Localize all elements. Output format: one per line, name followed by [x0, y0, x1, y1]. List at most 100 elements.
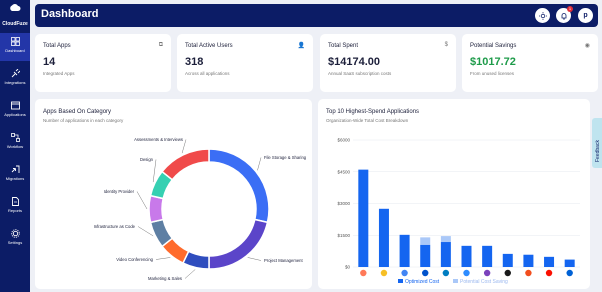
feedback-tab[interactable]: Feedback	[592, 118, 602, 168]
bar-optimized-cost	[502, 253, 513, 267]
stat-value: 318	[185, 56, 204, 68]
donut-slice[interactable]	[161, 148, 210, 181]
workflow-icon	[10, 133, 20, 142]
sidebar-item-integrations[interactable]: Integrations	[0, 65, 30, 93]
app-logo-icon: Figma	[525, 269, 532, 277]
donut-leader-line	[247, 257, 262, 261]
sidebar-item-label: Reports	[7, 208, 22, 213]
stat-label: Total Spent	[328, 43, 359, 49]
sidebar-item-applications[interactable]: Applications	[0, 97, 30, 125]
sidebar-item-reports[interactable]: Reports	[0, 193, 30, 221]
spend-panel: Top 10 Highest-Spend Applications Organi…	[318, 99, 590, 289]
bar-optimized-cost	[461, 245, 472, 267]
legend-label: Optimized Cost	[405, 279, 440, 285]
stat-card-total-spent: Total Spent $ $14174.00 Annual SaaS subscri…	[320, 34, 456, 92]
app-logo-icon: Terraform	[483, 269, 491, 277]
sun-icon	[538, 11, 547, 20]
gear-icon	[10, 229, 20, 238]
bar-optimized-cost	[440, 242, 451, 267]
stat-card-total-apps: Total Apps ⧉ 14 Integrated Apps	[35, 34, 171, 92]
sidebar-item-label: Applications	[4, 112, 26, 117]
stat-label: Total Apps	[43, 43, 71, 49]
document-icon	[11, 197, 19, 206]
stat-subtitle: Annual SaaS subscription costs	[328, 71, 392, 76]
bar-optimized-cost	[378, 208, 389, 267]
donut-leader-line	[137, 226, 154, 237]
legend-swatch	[398, 279, 403, 283]
app-logo-icon: Monday.com	[380, 269, 388, 277]
app-logo-icon: Adobe	[545, 269, 553, 277]
y-tick-label: $4500	[337, 169, 350, 174]
y-tick-label: $0	[345, 265, 351, 270]
bar-optimized-cost	[564, 259, 575, 267]
bar-potential-saving	[440, 236, 451, 243]
y-tick-label: $3000	[337, 201, 350, 206]
bar-optimized-cost	[420, 244, 431, 267]
donut-label: Infrastructure as Code	[94, 224, 136, 229]
category-donut-chart: File Storage & Sharing Project Management…	[94, 137, 307, 281]
donut-slice[interactable]	[148, 194, 165, 224]
stat-label: Total Active Users	[185, 43, 233, 49]
sidebar-item-dashboard[interactable]: Dashboard	[0, 33, 30, 61]
bar-optimized-cost	[482, 245, 493, 267]
bell-icon	[561, 12, 566, 20]
users-icon: 👤	[297, 43, 305, 49]
app-logo-icon: 1Password	[504, 269, 511, 277]
notifications-button[interactable]: 1	[556, 6, 573, 23]
feedback-label: Feedback	[595, 140, 601, 162]
logo-text: CloudFuze	[2, 21, 28, 27]
app-logo-icon: Box	[566, 269, 573, 277]
app-logo-icon: Atlassian	[422, 269, 429, 277]
sidebar-item-label: Dashboard	[5, 48, 25, 53]
sidebar-item-workflow[interactable]: Workflow	[0, 129, 30, 157]
donut-label: Video Conferencing	[116, 257, 153, 262]
stat-value: $1017.72	[470, 56, 516, 68]
donut-leader-line	[257, 157, 262, 171]
stat-card-potential-savings: Potential Savings ◉ $1017.72 From unused li…	[462, 34, 598, 92]
donut-slice[interactable]	[208, 218, 269, 270]
top-bar: Dashboard 1 p	[35, 4, 598, 27]
donut-leader-line	[155, 257, 171, 260]
bar-optimized-cost	[399, 234, 410, 267]
donut-label: Marketing & Sales	[148, 276, 182, 281]
sidebar-item-migrations[interactable]: Migrations	[0, 161, 30, 189]
bar-optimized-cost	[544, 256, 555, 267]
theme-toggle-button[interactable]	[535, 8, 550, 23]
bar-optimized-cost	[523, 254, 534, 267]
stat-card-total-active-users: Total Active Users 👤 318 Across all applica…	[177, 34, 313, 92]
y-tick-label: $1500	[337, 233, 350, 238]
sidebar-item-label: Migrations	[5, 176, 25, 181]
donut-leader-line	[136, 191, 148, 210]
legend-label: Potential Cost Saving	[460, 279, 508, 285]
app-logo-icon: Google Workspace	[401, 269, 408, 277]
donut-slice[interactable]	[208, 148, 270, 224]
sidebar-item-label: Settings	[7, 240, 23, 245]
stat-value: 14	[43, 56, 56, 68]
notification-badge: 1	[567, 6, 573, 12]
donut-leader-line	[184, 269, 196, 279]
app-logo-icon: Okta	[442, 269, 450, 277]
page-title: Dashboard	[41, 8, 99, 20]
sidebar-item-settings[interactable]: Settings	[0, 225, 30, 253]
sidebar-item-label: Workflow	[6, 144, 24, 149]
category-panel: Apps Based On Category Number of applica…	[35, 99, 312, 289]
y-tick-label: $6000	[337, 138, 350, 143]
donut-label: Identity Provider	[104, 189, 135, 194]
donut-label: Assessments & Interviews	[134, 137, 183, 142]
dollar-icon: $	[444, 42, 448, 48]
donut-leader-line	[152, 159, 157, 183]
cloud-logo-icon	[10, 4, 21, 11]
bar-potential-saving	[420, 237, 431, 245]
legend-swatch	[453, 279, 458, 283]
grid-icon	[10, 37, 20, 46]
bar-optimized-cost	[358, 169, 369, 267]
app-logo[interactable]: CloudFuze	[0, 4, 30, 30]
avatar[interactable]: p	[578, 8, 593, 23]
donut-label: Project Management	[264, 258, 303, 263]
stat-label: Potential Savings	[470, 43, 517, 49]
window-icon	[10, 101, 20, 110]
apps-icon: ⧉	[158, 42, 163, 48]
sidebar-item-label: Integrations	[4, 80, 26, 85]
stat-value: $14174.00	[328, 56, 380, 68]
migrate-icon	[11, 165, 19, 173]
